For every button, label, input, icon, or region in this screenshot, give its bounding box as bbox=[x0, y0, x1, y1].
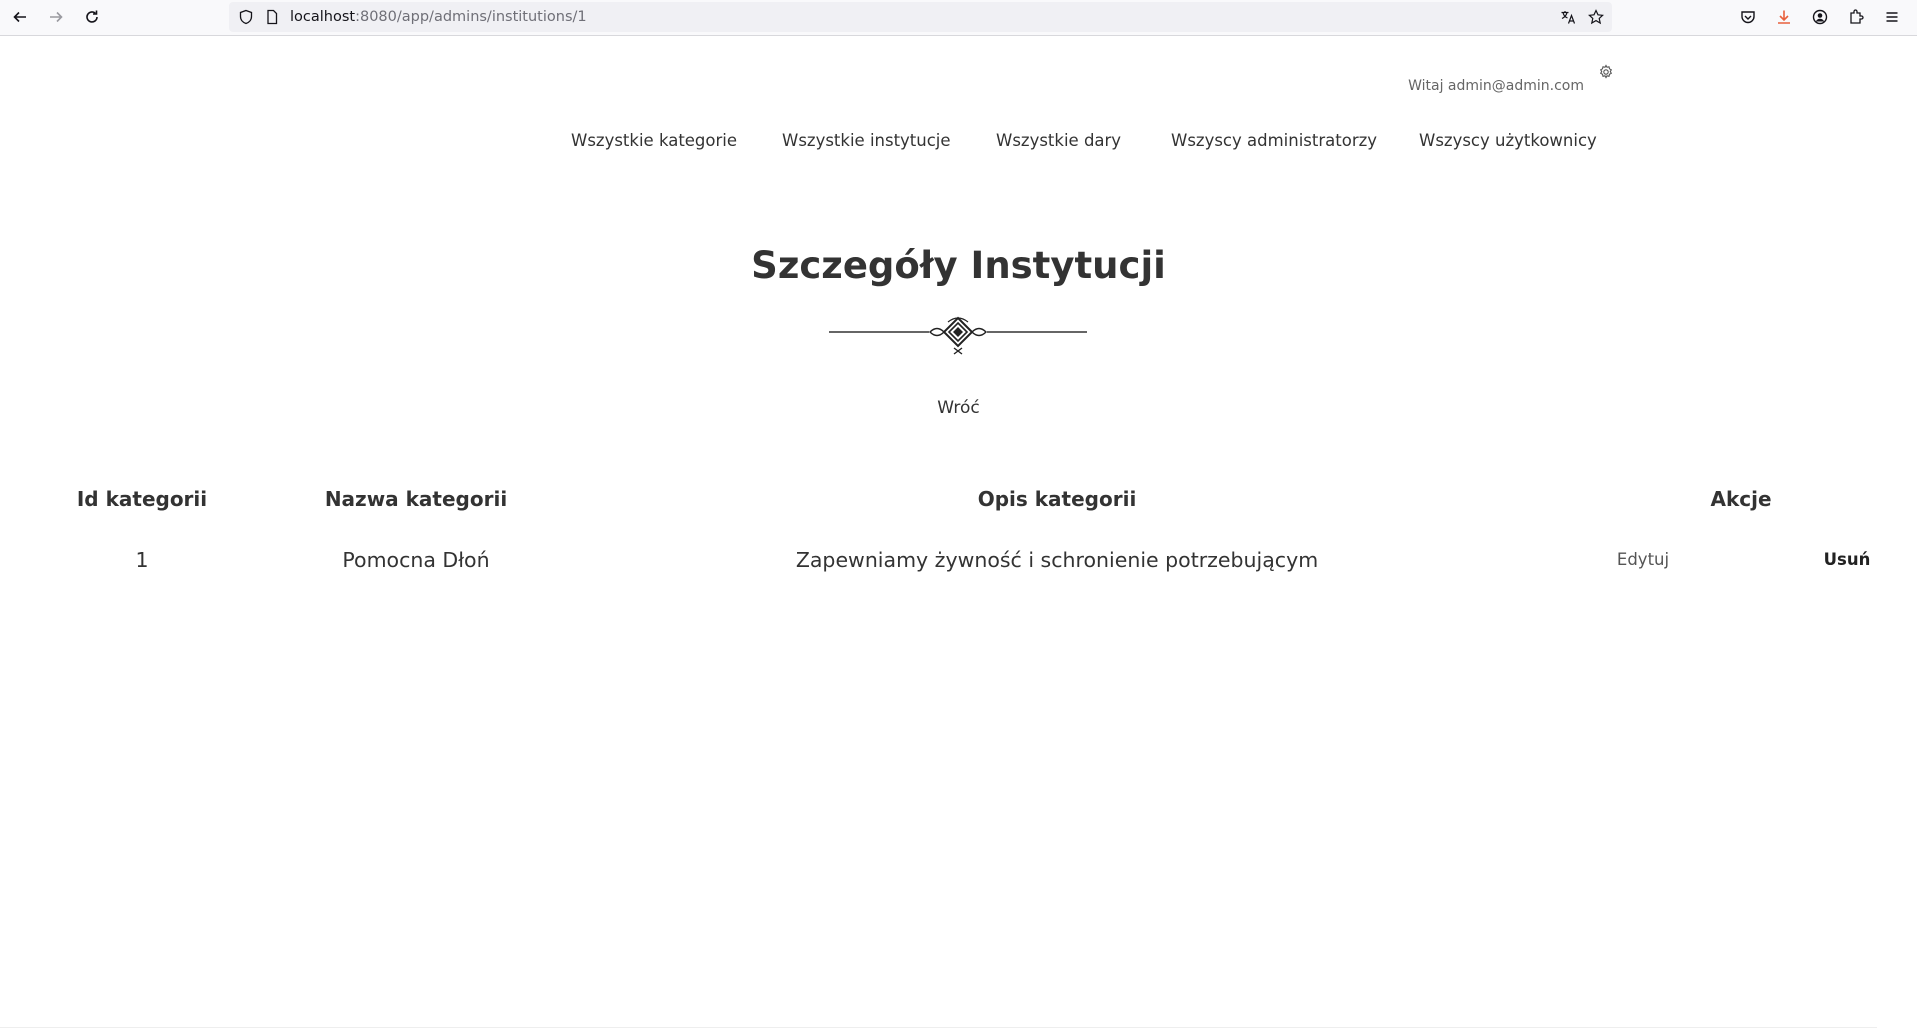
pocket-icon[interactable] bbox=[1734, 3, 1762, 31]
nav-item-all-donations[interactable]: Wszystkie dary bbox=[996, 131, 1121, 150]
nav-item-all-admins[interactable]: Wszyscy administratorzy bbox=[1171, 131, 1377, 150]
nav-item-all-categories[interactable]: Wszystkie kategorie bbox=[571, 131, 737, 150]
url-path: :8080/app/admins/institutions/1 bbox=[355, 9, 587, 25]
edit-link[interactable]: Edytuj bbox=[1617, 550, 1669, 569]
column-header-name: Nazwa kategorii bbox=[324, 487, 508, 511]
column-header-actions: Akcje bbox=[1710, 487, 1772, 511]
back-icon[interactable] bbox=[6, 3, 34, 31]
footer-divider bbox=[0, 1027, 1877, 1028]
cell-name: Pomocna Dłoń bbox=[342, 548, 490, 572]
browser-toolbar: localhost:8080/app/admins/institutions/1 bbox=[0, 0, 1917, 36]
cell-description: Zapewniamy żywność i schronienie potrzeb… bbox=[795, 548, 1319, 572]
url-bar[interactable]: localhost:8080/app/admins/institutions/1 bbox=[229, 2, 1612, 32]
url-text[interactable]: localhost:8080/app/admins/institutions/1 bbox=[290, 2, 587, 32]
page-icon bbox=[258, 3, 286, 31]
gear-icon[interactable] bbox=[1598, 64, 1614, 80]
reload-icon[interactable] bbox=[78, 3, 106, 31]
column-header-description: Opis kategorii bbox=[977, 487, 1137, 511]
bookmark-star-icon[interactable] bbox=[1582, 3, 1610, 31]
nav-item-all-users[interactable]: Wszyscy użytkownicy bbox=[1419, 131, 1597, 150]
account-icon[interactable] bbox=[1806, 3, 1834, 31]
extensions-icon[interactable] bbox=[1842, 3, 1870, 31]
column-header-id: Id kategorii bbox=[76, 487, 208, 511]
page-title: Szczegóły Instytucji bbox=[751, 244, 1166, 287]
url-host: localhost bbox=[290, 9, 356, 25]
back-link[interactable]: Wróć bbox=[0, 398, 1917, 418]
download-icon[interactable] bbox=[1770, 3, 1798, 31]
translate-icon[interactable] bbox=[1554, 3, 1582, 31]
cell-id: 1 bbox=[135, 548, 149, 572]
greeting-text: Witaj admin@admin.com bbox=[1408, 78, 1584, 94]
forward-icon[interactable] bbox=[42, 3, 70, 31]
main-nav: Wszystkie kategorie Wszystkie instytucje… bbox=[0, 131, 1917, 157]
delete-link[interactable]: Usuń bbox=[1824, 550, 1871, 569]
shield-icon[interactable] bbox=[232, 3, 260, 31]
nav-item-all-institutions[interactable]: Wszystkie instytucje bbox=[782, 131, 951, 150]
decorative-ornament-icon bbox=[829, 316, 1087, 355]
menu-icon[interactable] bbox=[1878, 3, 1906, 31]
